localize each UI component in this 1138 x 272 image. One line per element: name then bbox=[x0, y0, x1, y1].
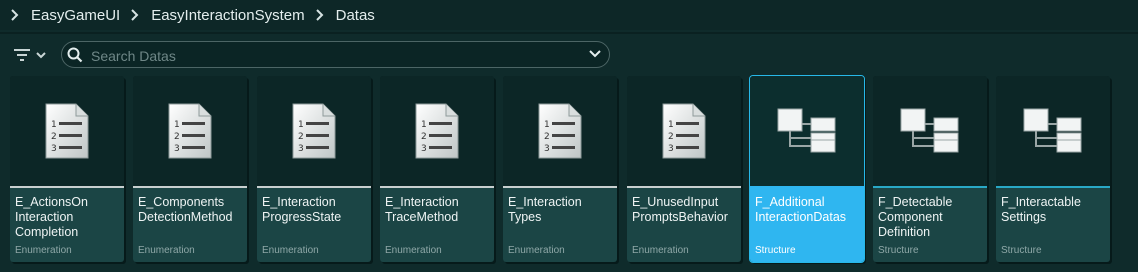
svg-text:2: 2 bbox=[668, 132, 674, 142]
chevron-right-icon[interactable] bbox=[128, 8, 142, 22]
asset-tile[interactable]: 1 2 3 E_Components DetectionMethod Enumera… bbox=[133, 76, 247, 262]
asset-tile[interactable]: F_Interactable Settings Structure bbox=[996, 76, 1110, 262]
structure-icon bbox=[1023, 108, 1082, 153]
breadcrumb-item[interactable]: EasyInteractionSystem bbox=[151, 7, 304, 24]
asset-type: Enumeration bbox=[385, 245, 442, 256]
asset-thumbnail: 1 2 3 bbox=[10, 76, 124, 186]
svg-text:2: 2 bbox=[544, 132, 550, 142]
asset-thumbnail: 1 2 3 bbox=[627, 76, 741, 186]
svg-text:2: 2 bbox=[421, 132, 427, 142]
enumeration-icon: 1 2 3 bbox=[538, 103, 582, 159]
breadcrumb: EasyGameUI EasyInteractionSystem Datas bbox=[0, 0, 1138, 30]
asset-type: Enumeration bbox=[138, 245, 195, 256]
asset-name: E_ActionsOn Interaction Completion bbox=[15, 195, 88, 239]
asset-tile[interactable]: F_Detectable Component Definition Struct… bbox=[873, 76, 987, 262]
asset-info: E_Interaction Types Enumeration bbox=[503, 188, 617, 262]
structure-icon bbox=[900, 108, 959, 153]
asset-thumbnail: 1 2 3 bbox=[380, 76, 494, 186]
svg-text:1: 1 bbox=[421, 120, 427, 130]
asset-tile[interactable]: 1 2 3 E_Interaction Types Enumeration bbox=[503, 76, 617, 262]
svg-text:2: 2 bbox=[51, 132, 57, 142]
svg-text:3: 3 bbox=[51, 144, 57, 154]
asset-grid: 1 2 3 E_ActionsOn Interaction Completion E… bbox=[10, 75, 1130, 264]
toolbar bbox=[0, 36, 1138, 72]
asset-thumbnail bbox=[873, 76, 987, 186]
asset-name: F_Detectable Component Definition bbox=[878, 195, 953, 239]
svg-text:3: 3 bbox=[174, 144, 180, 154]
asset-name: F_Interactable Settings bbox=[1001, 195, 1081, 224]
enumeration-icon: 1 2 3 bbox=[168, 103, 212, 159]
svg-text:2: 2 bbox=[298, 132, 304, 142]
enumeration-icon: 1 2 3 bbox=[662, 103, 706, 159]
asset-type: Structure bbox=[1001, 245, 1042, 256]
asset-type: Enumeration bbox=[15, 245, 72, 256]
breadcrumb-item[interactable]: Datas bbox=[336, 7, 375, 24]
svg-text:1: 1 bbox=[544, 120, 550, 130]
asset-name: E_Interaction Types bbox=[508, 195, 582, 224]
asset-type: Enumeration bbox=[632, 245, 689, 256]
filter-button[interactable] bbox=[12, 45, 52, 65]
asset-info: F_Additional InteractionDatas Structure bbox=[750, 188, 864, 262]
search-icon bbox=[67, 47, 83, 63]
asset-info: E_ActionsOn Interaction Completion Enume… bbox=[10, 188, 124, 262]
filter-icon bbox=[14, 49, 46, 61]
asset-thumbnail: 1 2 3 bbox=[503, 76, 617, 186]
svg-text:1: 1 bbox=[668, 120, 674, 130]
asset-info: E_Interaction ProgressState Enumeration bbox=[257, 188, 371, 262]
asset-info: F_Interactable Settings Structure bbox=[996, 188, 1110, 262]
asset-name: E_Interaction TraceMethod bbox=[385, 195, 459, 224]
asset-name: E_Interaction ProgressState bbox=[262, 195, 342, 224]
svg-text:1: 1 bbox=[174, 120, 180, 130]
svg-text:3: 3 bbox=[298, 144, 304, 154]
asset-name: E_Components DetectionMethod bbox=[138, 195, 233, 224]
asset-thumbnail: 1 2 3 bbox=[257, 76, 371, 186]
chevron-right-icon[interactable] bbox=[8, 8, 22, 22]
svg-text:1: 1 bbox=[298, 120, 304, 130]
breadcrumb-item[interactable]: EasyGameUI bbox=[31, 7, 120, 24]
asset-tile[interactable]: F_Additional InteractionDatas Structure bbox=[749, 75, 865, 263]
divider bbox=[0, 32, 1138, 34]
asset-tile[interactable]: 1 2 3 E_Interaction TraceMethod Enumeratio… bbox=[380, 76, 494, 262]
svg-text:3: 3 bbox=[544, 144, 550, 154]
enumeration-icon: 1 2 3 bbox=[415, 103, 459, 159]
enumeration-icon: 1 2 3 bbox=[292, 103, 336, 159]
chevron-down-icon[interactable] bbox=[589, 49, 601, 59]
svg-text:3: 3 bbox=[421, 144, 427, 154]
asset-type: Enumeration bbox=[262, 245, 319, 256]
asset-tile[interactable]: 1 2 3 E_Interaction ProgressState Enumerat… bbox=[257, 76, 371, 262]
search-input[interactable] bbox=[89, 44, 583, 67]
asset-info: F_Detectable Component Definition Struct… bbox=[873, 188, 987, 262]
search-box[interactable] bbox=[61, 41, 610, 68]
asset-type: Enumeration bbox=[508, 245, 565, 256]
asset-tile[interactable]: 1 2 3 E_ActionsOn Interaction Completion E… bbox=[10, 76, 124, 262]
asset-thumbnail: 1 2 3 bbox=[133, 76, 247, 186]
asset-name: F_Additional InteractionDatas bbox=[755, 195, 847, 224]
asset-info: E_UnusedInput PromptsBehavior Enumeratio… bbox=[627, 188, 741, 262]
asset-name: E_UnusedInput PromptsBehavior bbox=[632, 195, 728, 224]
svg-text:1: 1 bbox=[51, 120, 57, 130]
structure-icon bbox=[777, 108, 836, 153]
enumeration-icon: 1 2 3 bbox=[45, 103, 89, 159]
asset-info: E_Components DetectionMethod Enumeration bbox=[133, 188, 247, 262]
asset-thumbnail bbox=[996, 76, 1110, 186]
chevron-right-icon[interactable] bbox=[313, 8, 327, 22]
asset-info: E_Interaction TraceMethod Enumeration bbox=[380, 188, 494, 262]
asset-thumbnail bbox=[750, 76, 864, 186]
svg-text:3: 3 bbox=[668, 144, 674, 154]
svg-text:2: 2 bbox=[174, 132, 180, 142]
asset-type: Structure bbox=[878, 245, 919, 256]
asset-tile[interactable]: 1 2 3 E_UnusedInput PromptsBehavior Enumer… bbox=[627, 76, 741, 262]
asset-type: Structure bbox=[755, 245, 796, 256]
